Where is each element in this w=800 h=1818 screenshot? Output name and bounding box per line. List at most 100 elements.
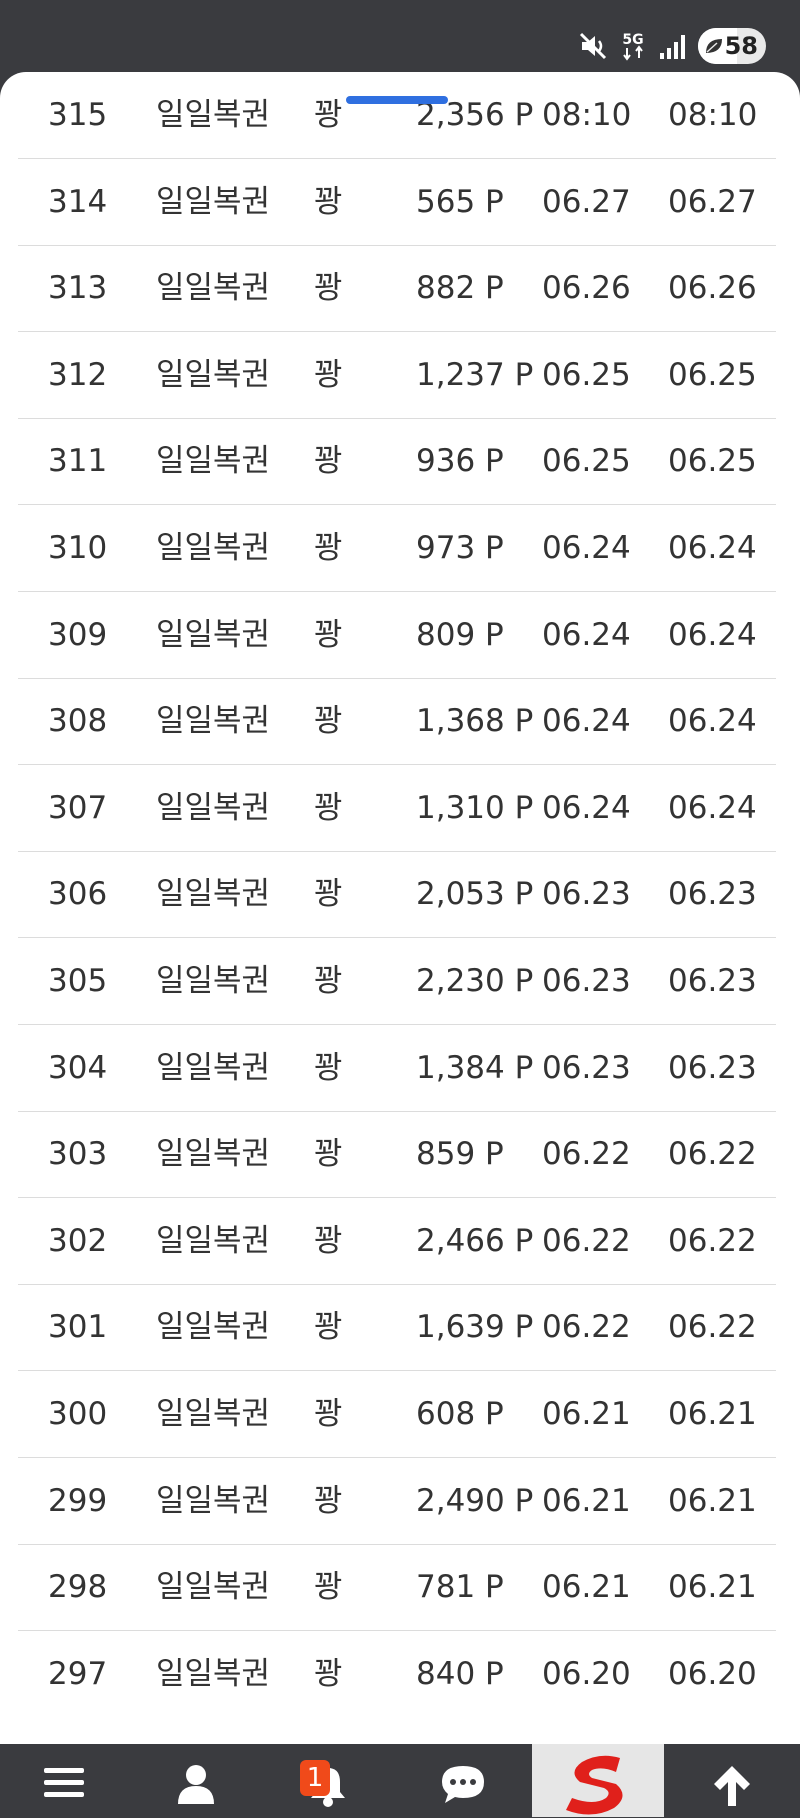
row-points: 1,237 P bbox=[416, 356, 534, 393]
row-date-end: 06.24 bbox=[668, 703, 757, 740]
table-row[interactable]: 311 일일복권 꽝 936 P 06.25 06.25 bbox=[18, 418, 776, 506]
table-row[interactable]: 301 일일복권 꽝 1,639 P 06.22 06.22 bbox=[18, 1284, 776, 1372]
row-result: 꽝 bbox=[314, 1482, 343, 1519]
row-number: 310 bbox=[48, 530, 108, 566]
row-date-end: 06.25 bbox=[668, 443, 757, 480]
row-number: 307 bbox=[48, 789, 108, 826]
notifications-button[interactable] bbox=[264, 1744, 396, 1817]
notification-badge: 1 bbox=[300, 1760, 330, 1796]
row-number: 297 bbox=[48, 1655, 108, 1692]
mute-icon bbox=[578, 31, 608, 61]
profile-button[interactable] bbox=[132, 1744, 264, 1817]
row-date-end: 08:10 bbox=[668, 97, 758, 133]
row-date-end: 06.21 bbox=[668, 1569, 757, 1606]
row-points: 2,230 P bbox=[416, 963, 534, 999]
row-points: 2,053 P bbox=[416, 876, 534, 913]
row-date-start: 06.21 bbox=[542, 1482, 631, 1519]
table-row[interactable]: 300 일일복권 꽝 608 P 06.21 06.21 bbox=[18, 1371, 776, 1458]
row-result: 꽝 bbox=[314, 616, 343, 653]
row-date-start: 06.22 bbox=[542, 1136, 631, 1173]
row-title: 일일복권 bbox=[156, 443, 271, 480]
chat-icon bbox=[442, 1766, 484, 1803]
bottom-navigation: 1 bbox=[0, 1744, 800, 1817]
row-result: 꽝 bbox=[314, 1396, 343, 1432]
row-number: 312 bbox=[48, 356, 108, 393]
table-row[interactable]: 309 일일복권 꽝 809 P 06.24 06.24 bbox=[18, 592, 776, 679]
row-number: 300 bbox=[48, 1396, 108, 1432]
row-points: 565 P bbox=[416, 183, 504, 220]
table-row[interactable]: 314 일일복권 꽝 565 P 06.27 06.27 bbox=[18, 159, 776, 246]
row-date-end: 06.26 bbox=[668, 270, 757, 307]
table-row[interactable]: 298 일일복권 꽝 781 P 06.21 06.21 bbox=[18, 1544, 776, 1632]
row-date-start: 08:10 bbox=[542, 97, 632, 133]
table-row[interactable]: 308 일일복권 꽝 1,368 P 06.24 06.24 bbox=[18, 678, 776, 766]
row-result: 꽝 bbox=[314, 270, 343, 307]
row-date-start: 06.23 bbox=[542, 1049, 631, 1086]
row-result: 꽝 bbox=[314, 183, 343, 220]
row-title: 일일복권 bbox=[156, 1396, 271, 1432]
row-date-start: 06.20 bbox=[542, 1655, 631, 1692]
row-date-start: 06.27 bbox=[542, 183, 631, 220]
row-number: 303 bbox=[48, 1136, 108, 1173]
row-date-end: 06.23 bbox=[668, 1049, 757, 1086]
row-points: 781 P bbox=[416, 1569, 504, 1606]
row-points: 608 P bbox=[416, 1396, 504, 1432]
row-date-start: 06.22 bbox=[542, 1222, 631, 1259]
row-number: 305 bbox=[48, 963, 108, 999]
row-number: 302 bbox=[48, 1222, 108, 1259]
row-points: 809 P bbox=[416, 616, 504, 653]
row-points: 882 P bbox=[416, 270, 504, 307]
row-result: 꽝 bbox=[314, 876, 343, 913]
menu-button[interactable] bbox=[0, 1744, 132, 1817]
row-points: 1,384 P bbox=[416, 1049, 534, 1086]
row-result: 꽝 bbox=[314, 97, 343, 133]
row-date-end: 06.24 bbox=[668, 789, 757, 826]
table-row[interactable]: 310 일일복권 꽝 973 P 06.24 06.24 bbox=[18, 505, 776, 592]
row-points: 936 P bbox=[416, 443, 504, 480]
row-title: 일일복권 bbox=[156, 183, 271, 220]
row-result: 꽝 bbox=[314, 443, 343, 480]
table-row[interactable]: 303 일일복권 꽝 859 P 06.22 06.22 bbox=[18, 1111, 776, 1199]
row-points: 1,310 P bbox=[416, 789, 534, 826]
row-result: 꽝 bbox=[314, 1222, 343, 1259]
site-logo-button[interactable] bbox=[532, 1744, 664, 1817]
row-result: 꽝 bbox=[314, 963, 343, 999]
row-date-start: 06.23 bbox=[542, 876, 631, 913]
row-date-end: 06.22 bbox=[668, 1222, 757, 1259]
row-points: 2,466 P bbox=[416, 1222, 534, 1259]
table-row[interactable]: 305 일일복권 꽝 2,230 P 06.23 06.23 bbox=[18, 938, 776, 1025]
row-date-end: 06.20 bbox=[668, 1655, 757, 1692]
table-row[interactable]: 302 일일복권 꽝 2,466 P 06.22 06.22 bbox=[18, 1198, 776, 1285]
row-result: 꽝 bbox=[314, 356, 343, 393]
table-row[interactable]: 297 일일복권 꽝 840 P 06.20 06.20 bbox=[18, 1631, 776, 1717]
row-result: 꽝 bbox=[314, 1049, 343, 1086]
scroll-to-top-button[interactable] bbox=[668, 1744, 800, 1817]
row-date-start: 06.24 bbox=[542, 789, 631, 826]
row-title: 일일복권 bbox=[156, 1222, 271, 1259]
table-row[interactable]: 304 일일복권 꽝 1,384 P 06.23 06.23 bbox=[18, 1025, 776, 1112]
battery-indicator: 58 bbox=[698, 28, 766, 64]
row-number: 311 bbox=[48, 443, 108, 480]
row-points: 2,490 P bbox=[416, 1482, 534, 1519]
table-row[interactable]: 299 일일복권 꽝 2,490 P 06.21 06.21 bbox=[18, 1458, 776, 1545]
table-row[interactable]: 315 일일복권 꽝 2,356 P 08:10 08:10 bbox=[18, 72, 776, 159]
lottery-history-sheet[interactable]: 315 일일복권 꽝 2,356 P 08:10 08:10 314 일일복권 꽝 565 P 06… bbox=[0, 72, 800, 1744]
row-title: 일일복권 bbox=[156, 1309, 271, 1346]
scroll-indicator[interactable] bbox=[346, 96, 448, 104]
row-result: 꽝 bbox=[314, 1569, 343, 1606]
row-title: 일일복권 bbox=[156, 616, 271, 653]
row-date-end: 06.25 bbox=[668, 356, 757, 393]
table-row[interactable]: 306 일일복권 꽝 2,053 P 06.23 06.23 bbox=[18, 851, 776, 939]
row-title: 일일복권 bbox=[156, 1655, 271, 1692]
table-row[interactable]: 307 일일복권 꽝 1,310 P 06.24 06.24 bbox=[18, 765, 776, 852]
row-date-start: 06.26 bbox=[542, 270, 631, 307]
row-date-end: 06.21 bbox=[668, 1482, 757, 1519]
row-result: 꽝 bbox=[314, 1309, 343, 1346]
row-date-end: 06.21 bbox=[668, 1396, 757, 1432]
battery-percent: 58 bbox=[724, 32, 758, 60]
row-date-end: 06.24 bbox=[668, 616, 757, 653]
table-row[interactable]: 313 일일복권 꽝 882 P 06.26 06.26 bbox=[18, 245, 776, 333]
chat-button[interactable] bbox=[396, 1744, 528, 1817]
table-row[interactable]: 312 일일복권 꽝 1,237 P 06.25 06.25 bbox=[18, 332, 776, 419]
row-result: 꽝 bbox=[314, 1136, 343, 1173]
